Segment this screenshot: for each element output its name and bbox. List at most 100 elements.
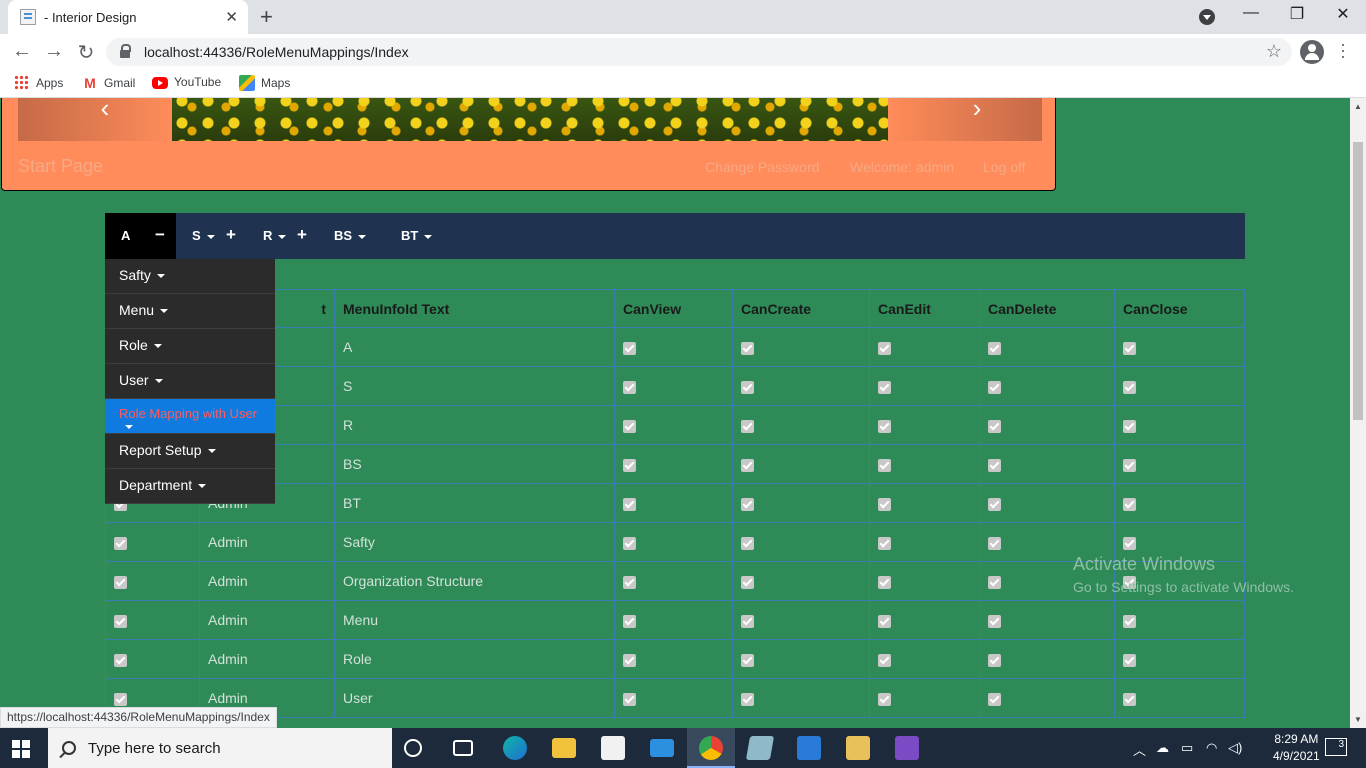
restore-button[interactable]: ❐ [1274,4,1320,24]
canedit-checkbox[interactable] [878,497,891,511]
close-tab-icon[interactable]: ✕ [225,8,238,26]
cancreate-checkbox[interactable] [741,380,754,394]
visual-studio-icon[interactable] [895,736,919,760]
onedrive-icon[interactable]: ☁ [1156,740,1169,756]
tray-chevron-icon[interactable]: ︿ [1133,740,1146,759]
menu-item-safty[interactable]: Safty [105,259,275,294]
welcome-link[interactable]: Welcome: admin [850,159,954,175]
canedit-checkbox[interactable] [878,341,891,355]
bookmark-apps[interactable]: Apps [14,75,63,91]
sql-tool-icon[interactable] [846,736,870,760]
cancreate-checkbox[interactable] [741,497,754,511]
checkbox[interactable] [114,536,127,550]
canedit-checkbox[interactable] [878,380,891,394]
candelete-checkbox[interactable] [988,692,1001,706]
scroll-down-icon[interactable]: ▼ [1354,715,1362,724]
notification-icon[interactable]: 3 [1325,738,1347,756]
canclose-checkbox[interactable] [1123,341,1136,355]
store-icon[interactable] [601,736,625,760]
cancreate-checkbox[interactable] [741,575,754,589]
nav-item-s[interactable]: S [192,228,215,243]
canclose-checkbox[interactable] [1123,692,1136,706]
menu-kebab-icon[interactable]: · · · [1336,35,1350,65]
wifi-icon[interactable]: ◠ [1206,740,1217,756]
cancreate-checkbox[interactable] [741,614,754,628]
candelete-checkbox[interactable] [988,341,1001,355]
canclose-checkbox[interactable] [1123,536,1136,550]
bookmark-gmail[interactable]: M Gmail [82,75,135,91]
canview-checkbox[interactable] [623,536,636,550]
candelete-checkbox[interactable] [988,614,1001,628]
file-explorer-icon[interactable] [552,738,576,758]
canclose-checkbox[interactable] [1123,653,1136,667]
canedit-checkbox[interactable] [878,458,891,472]
media-app-icon[interactable] [797,736,821,760]
nav-item-bt[interactable]: BT [401,228,433,243]
canedit-checkbox[interactable] [878,653,891,667]
menu-item-menu[interactable]: Menu [105,294,275,329]
menu-item-role-mapping[interactable]: Role Mapping with User [105,399,275,434]
mail-icon[interactable] [650,739,674,757]
browser-tab[interactable]: - Interior Design ✕ [8,0,248,34]
checkbox[interactable] [114,575,127,589]
nav-item-r[interactable]: R [263,228,287,243]
menu-item-report-setup[interactable]: Report Setup [105,434,275,469]
taskbar-search[interactable]: Type here to search [48,728,392,768]
battery-icon[interactable]: ▭ [1181,740,1193,756]
canview-checkbox[interactable] [623,575,636,589]
bookmark-youtube[interactable]: YouTube [152,75,221,89]
expand-plus-icon[interactable]: + [297,225,307,245]
candelete-checkbox[interactable] [988,575,1001,589]
volume-icon[interactable]: ◁) [1228,740,1242,756]
expand-plus-icon[interactable]: + [226,225,236,245]
back-arrow-icon[interactable]: ← [8,40,36,63]
canview-checkbox[interactable] [623,341,636,355]
minimize-button[interactable]: — [1228,4,1274,22]
menu-item-department[interactable]: Department [105,469,275,504]
menu-item-role[interactable]: Role [105,329,275,364]
candelete-checkbox[interactable] [988,458,1001,472]
cortana-icon[interactable] [404,739,422,757]
cancreate-checkbox[interactable] [741,653,754,667]
cancreate-checkbox[interactable] [741,692,754,706]
notes-app-icon[interactable] [745,736,775,760]
checkbox[interactable] [114,692,127,706]
canview-checkbox[interactable] [623,653,636,667]
canclose-checkbox[interactable] [1123,614,1136,628]
canclose-checkbox[interactable] [1123,380,1136,394]
candelete-checkbox[interactable] [988,497,1001,511]
tab-search-icon[interactable] [1199,9,1215,25]
menu-item-user[interactable]: User [105,364,275,399]
address-bar[interactable]: localhost:44336/RoleMenuMappings/Index ☆ [106,38,1292,66]
canview-checkbox[interactable] [623,497,636,511]
bookmark-maps[interactable]: Maps [239,75,290,91]
candelete-checkbox[interactable] [988,419,1001,433]
bookmark-star-icon[interactable]: ☆ [1266,41,1282,62]
canclose-checkbox[interactable] [1123,419,1136,433]
reload-icon[interactable]: ↻ [72,40,100,65]
canview-checkbox[interactable] [623,614,636,628]
canclose-checkbox[interactable] [1123,497,1136,511]
start-page-link[interactable]: Start Page [18,156,103,177]
canedit-checkbox[interactable] [878,575,891,589]
canedit-checkbox[interactable] [878,614,891,628]
canview-checkbox[interactable] [623,692,636,706]
cancreate-checkbox[interactable] [741,419,754,433]
new-tab-button[interactable]: + [260,4,273,30]
collapse-minus-icon[interactable]: − [155,225,165,245]
forward-arrow-icon[interactable]: → [40,40,68,63]
carousel-next-icon[interactable]: › [962,98,992,124]
canview-checkbox[interactable] [623,458,636,472]
page-scrollbar[interactable]: ▲ ▼ [1350,98,1366,728]
canclose-checkbox[interactable] [1123,458,1136,472]
checkbox[interactable] [114,653,127,667]
cancreate-checkbox[interactable] [741,458,754,472]
scrollbar-thumb[interactable] [1353,142,1363,420]
checkbox[interactable] [114,614,127,628]
canview-checkbox[interactable] [623,380,636,394]
taskbar-clock[interactable]: 8:29 AM 4/9/2021 [1273,731,1320,765]
carousel-prev-icon[interactable]: ‹ [90,98,120,124]
windows-start-icon[interactable] [12,740,30,758]
candelete-checkbox[interactable] [988,380,1001,394]
change-password-link[interactable]: Change Password [705,159,819,175]
